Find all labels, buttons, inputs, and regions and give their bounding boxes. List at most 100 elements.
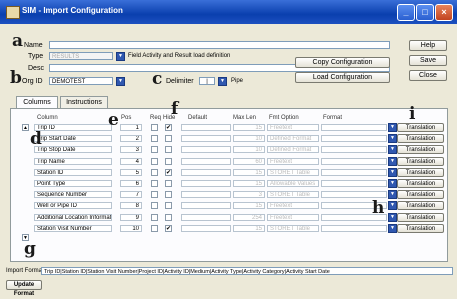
pos-cell[interactable]: 8 (120, 202, 142, 209)
pos-cell[interactable]: 3 (120, 146, 142, 153)
translation-button[interactable]: Translation (397, 134, 444, 143)
hide-checkbox[interactable] (165, 191, 172, 198)
req-checkbox[interactable] (151, 191, 158, 198)
default-cell[interactable] (181, 214, 231, 221)
scroll-up-icon[interactable]: ▲ (22, 124, 29, 131)
translation-button[interactable]: Translation (397, 179, 444, 188)
pos-cell[interactable]: 2 (120, 135, 142, 142)
format-dropdown-icon[interactable]: ▼ (388, 190, 397, 199)
close-button[interactable]: Close (409, 70, 447, 81)
default-cell[interactable] (181, 135, 231, 142)
hide-checkbox[interactable] (165, 158, 172, 165)
column-name-cell[interactable]: Well or Pipe ID (34, 202, 112, 209)
tab-instructions[interactable]: Instructions (60, 96, 108, 108)
format-dropdown-icon[interactable]: ▼ (388, 145, 397, 154)
format-cell[interactable] (321, 180, 387, 187)
translation-button[interactable]: Translation (397, 224, 444, 233)
pos-cell[interactable]: 6 (120, 180, 142, 187)
hide-checkbox[interactable]: ✔ (165, 169, 172, 176)
pos-cell[interactable]: 4 (120, 158, 142, 165)
org-id-dropdown-icon[interactable]: ▼ (116, 77, 125, 86)
format-cell[interactable] (321, 146, 387, 153)
hide-checkbox[interactable] (165, 135, 172, 142)
hide-checkbox[interactable] (165, 214, 172, 221)
name-field[interactable] (49, 41, 390, 49)
help-button[interactable]: Help (409, 40, 447, 51)
column-name-cell[interactable]: Sequence Number (34, 191, 112, 198)
format-dropdown-icon[interactable]: ▼ (388, 201, 397, 210)
default-cell[interactable] (181, 146, 231, 153)
format-dropdown-icon[interactable]: ▼ (388, 134, 397, 143)
format-dropdown-icon[interactable]: ▼ (388, 224, 397, 233)
copy-configuration-button[interactable]: Copy Configuration (295, 57, 390, 68)
req-checkbox[interactable] (151, 124, 158, 131)
column-name-cell[interactable]: Trip Stop Date (34, 146, 112, 153)
format-cell[interactable] (321, 124, 387, 131)
column-name-cell[interactable]: Trip Start Date (34, 135, 112, 142)
req-checkbox[interactable] (151, 135, 158, 142)
import-format-field[interactable]: Trip ID|Station ID|Station Visit Number|… (41, 267, 453, 275)
req-checkbox[interactable] (151, 146, 158, 153)
default-cell[interactable] (181, 191, 231, 198)
header-format: Format (323, 115, 343, 121)
column-name-cell[interactable]: Trip Name (34, 158, 112, 165)
delimiter-field[interactable]: | (199, 77, 215, 85)
translation-button[interactable]: Translation (397, 145, 444, 154)
hide-checkbox[interactable] (165, 180, 172, 187)
save-button[interactable]: Save (409, 55, 447, 66)
format-dropdown-icon[interactable]: ▼ (388, 123, 397, 132)
translation-button[interactable]: Translation (397, 213, 444, 222)
req-checkbox[interactable] (151, 180, 158, 187)
format-dropdown-icon[interactable]: ▼ (388, 213, 397, 222)
pos-cell[interactable]: 1 (120, 124, 142, 131)
type-field[interactable]: RESULTS (49, 52, 113, 60)
translation-button[interactable]: Translation (397, 201, 444, 210)
column-name-cell[interactable]: Point Type (34, 180, 112, 187)
format-cell[interactable] (321, 158, 387, 165)
column-name-cell[interactable]: Trip ID (34, 124, 112, 131)
column-name-cell[interactable]: Station Visit Number (34, 225, 112, 232)
maximize-button[interactable]: □ (416, 4, 434, 21)
default-cell[interactable] (181, 180, 231, 187)
column-name-cell[interactable]: Station ID (34, 169, 112, 176)
req-checkbox[interactable] (151, 214, 158, 221)
default-cell[interactable] (181, 158, 231, 165)
default-cell[interactable] (181, 225, 231, 232)
translation-button[interactable]: Translation (397, 168, 444, 177)
load-configuration-button[interactable]: Load Configuration (295, 72, 390, 83)
pos-cell[interactable]: 9 (120, 214, 142, 221)
format-cell[interactable] (321, 191, 387, 198)
req-checkbox[interactable] (151, 225, 158, 232)
pos-cell[interactable]: 7 (120, 191, 142, 198)
format-cell[interactable] (321, 169, 387, 176)
req-checkbox[interactable] (151, 158, 158, 165)
format-dropdown-icon[interactable]: ▼ (388, 157, 397, 166)
default-cell[interactable] (181, 202, 231, 209)
format-cell[interactable] (321, 135, 387, 142)
translation-button[interactable]: Translation (397, 190, 444, 199)
req-checkbox[interactable] (151, 202, 158, 209)
tab-columns[interactable]: Columns (16, 96, 58, 108)
hide-checkbox[interactable]: ✔ (165, 225, 172, 232)
format-dropdown-icon[interactable]: ▼ (388, 168, 397, 177)
pos-cell[interactable]: 10 (120, 225, 142, 232)
default-cell[interactable] (181, 169, 231, 176)
pos-cell[interactable]: 5 (120, 169, 142, 176)
default-cell[interactable] (181, 124, 231, 131)
column-name-cell[interactable]: Additional Location Information (34, 214, 112, 221)
hide-checkbox[interactable] (165, 146, 172, 153)
minimize-button[interactable]: _ (397, 4, 415, 21)
type-dropdown-icon[interactable]: ▼ (116, 52, 125, 61)
delimiter-dropdown-icon[interactable]: ▼ (218, 77, 227, 86)
translation-button[interactable]: Translation (397, 123, 444, 132)
req-checkbox[interactable] (151, 169, 158, 176)
update-format-button[interactable]: Update Format (6, 280, 42, 297)
title-bar: SIM - Import Configuration _ □ × (0, 0, 457, 24)
org-id-field[interactable]: DEMOTEST (49, 77, 113, 85)
translation-button[interactable]: Translation (397, 157, 444, 166)
hide-checkbox[interactable]: ✔ (165, 124, 172, 131)
hide-checkbox[interactable] (165, 202, 172, 209)
close-window-button[interactable]: × (435, 4, 453, 21)
format-cell[interactable] (321, 225, 387, 232)
format-dropdown-icon[interactable]: ▼ (388, 179, 397, 188)
